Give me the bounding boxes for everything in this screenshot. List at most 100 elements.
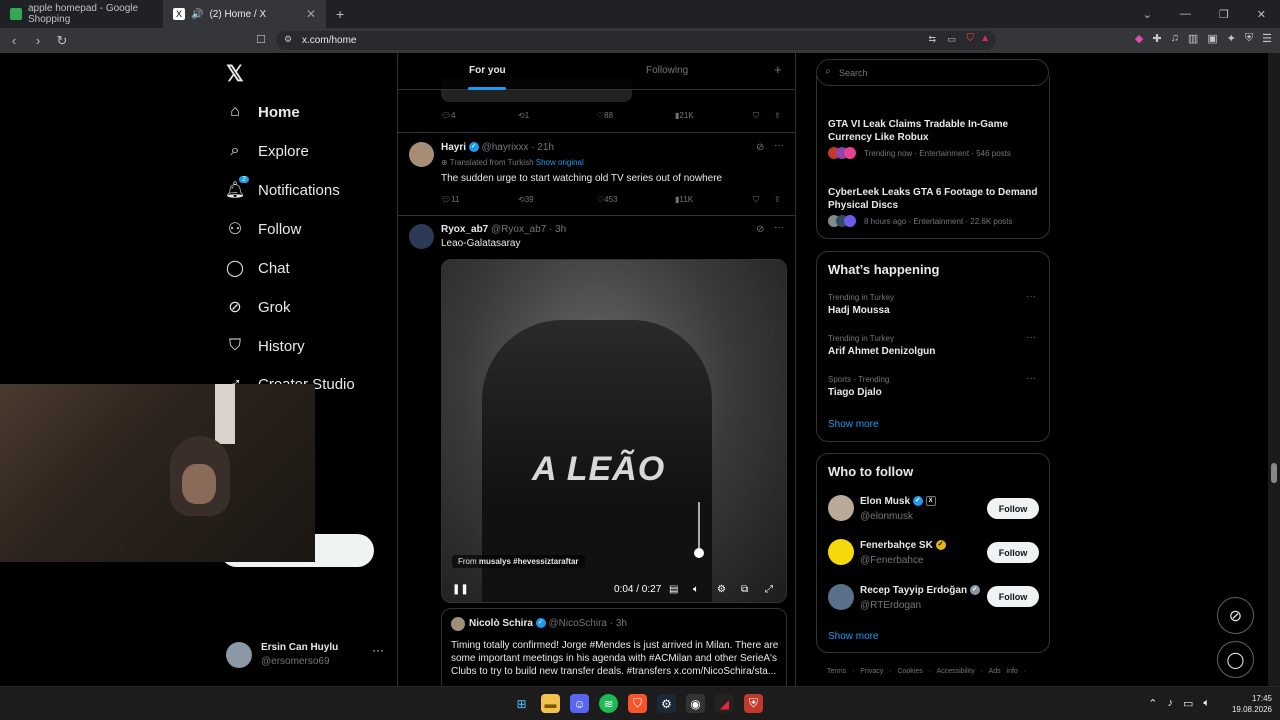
like-button[interactable]: ♡ 453 (597, 195, 618, 204)
tweet-ryox[interactable]: Ryox_ab7 @Ryox_ab7 · 3h ⊘ ··· Leao-Galat… (398, 215, 795, 686)
site-info-icon[interactable]: ⚙ (284, 34, 292, 45)
restore-icon[interactable]: ❐ (1219, 8, 1229, 21)
follow-button[interactable]: Follow (987, 542, 1039, 563)
account-name[interactable]: Fenerbahçe SK ✓ (860, 540, 946, 551)
nav-history[interactable]: ⛉ History (226, 337, 305, 355)
follow-button[interactable]: Follow (987, 498, 1039, 519)
close-tab-icon[interactable]: ✕ (306, 7, 316, 21)
more-icon[interactable]: ··· (1026, 291, 1036, 302)
chat-float-button[interactable]: ◯ (1217, 641, 1254, 678)
extension-icon[interactable]: ◆ (1135, 32, 1143, 45)
spotify-icon[interactable]: ≋ (599, 694, 618, 713)
file-explorer-icon[interactable]: ▬ (541, 694, 560, 713)
tab-search-icon[interactable]: ⌄ (1143, 8, 1152, 21)
fullscreen-icon[interactable]: ⤢ (765, 584, 773, 595)
volume-slider-handle[interactable] (694, 548, 704, 558)
translate-icon[interactable]: ⇆ (928, 34, 936, 45)
grok-icon[interactable]: ⊘ (756, 224, 764, 235)
footer-links[interactable]: Terms · Privacy · Cookies · Accessibilit… (827, 668, 1026, 675)
video-player[interactable]: A LEÃO From musalys #hevessiztaraftar ❚❚… (441, 259, 787, 603)
avatar[interactable] (828, 495, 854, 521)
follow-button[interactable]: Follow (987, 586, 1039, 607)
forward-icon[interactable]: › (28, 33, 48, 48)
brave-rewards-icon[interactable]: ▲ (980, 33, 990, 44)
repost-button[interactable]: ⟲ 1 (518, 111, 529, 120)
avatar[interactable] (409, 224, 434, 249)
tab-google-shopping[interactable]: apple homepad - Google Shopping (0, 0, 163, 28)
author-name[interactable]: Ryox_ab7 (441, 224, 488, 235)
wallet-icon[interactable]: ▣ (1207, 32, 1217, 45)
nav-explore[interactable]: ⌕ Explore (226, 142, 309, 160)
avatar[interactable] (828, 539, 854, 565)
tweet-time[interactable]: · 3h (549, 224, 566, 235)
nav-home[interactable]: ⌂ Home (226, 103, 300, 121)
views-button[interactable]: ▮ 21K (675, 111, 694, 120)
trend-name[interactable]: Arif Ahmet Denizolgun (828, 346, 935, 357)
close-window-icon[interactable]: ✕ (1257, 8, 1266, 21)
more-icon[interactable]: ··· (774, 140, 784, 151)
more-icon[interactable]: ··· (1026, 332, 1036, 343)
microphone-icon[interactable]: ♪ (1167, 697, 1173, 710)
nav-notifications[interactable]: 🔔︎ 2 Notifications (225, 176, 340, 199)
grok-icon[interactable]: ⊘ (756, 142, 764, 153)
clock[interactable]: 17:45 19.08.2026 (1232, 693, 1272, 715)
captions-icon[interactable]: ▤ (669, 584, 678, 595)
grok-float-button[interactable]: ⊘ (1217, 597, 1254, 634)
puzzle-icon[interactable]: ✚ (1152, 32, 1161, 45)
author-handle[interactable]: @hayrixxx (482, 142, 529, 153)
menu-icon[interactable]: ☰ (1262, 32, 1272, 45)
video-source[interactable]: From musalys #hevessiztaraftar (452, 555, 585, 568)
discord-icon[interactable]: ☺ (570, 694, 589, 713)
author-handle[interactable]: @Ryox_ab7 (491, 224, 546, 235)
more-icon[interactable]: ··· (774, 222, 784, 233)
bookmark-icon[interactable]: ☐ (256, 33, 266, 46)
like-button[interactable]: ♡ 88 (597, 111, 613, 120)
reply-button[interactable]: 💬︎ 11 (441, 195, 459, 204)
pause-icon[interactable]: ❚❚ (452, 584, 469, 595)
nav-follow[interactable]: ⚇ Follow (226, 220, 302, 239)
steam-icon[interactable]: ⚙ (657, 694, 676, 713)
scrollbar-thumb[interactable] (1271, 463, 1277, 483)
tab-x-home[interactable]: X 🔊 (2) Home / X ✕ (163, 0, 326, 28)
vpn-icon[interactable]: ⛨ (1245, 32, 1253, 45)
author-name[interactable]: Hayri (441, 142, 466, 153)
account-name[interactable]: Recep Tayyip Erdoğan ✓ (860, 585, 980, 596)
news-title[interactable]: CyberLeek Leaks GTA 6 Footage to Demand … (828, 186, 1038, 212)
page-scrollbar[interactable] (1268, 53, 1280, 686)
network-icon[interactable]: ▭ (1183, 697, 1193, 710)
trend-name[interactable]: Hadj Moussa (828, 305, 890, 316)
brave-shield-icon[interactable]: ⛉ (967, 33, 975, 44)
nav-chat[interactable]: ◯ Chat (226, 259, 290, 278)
pip-icon[interactable]: ⧉ (741, 584, 748, 595)
address-bar[interactable]: ⚙ x.com/home ⇆ ▭ ⛉ ▲ (276, 31, 996, 50)
settings-icon[interactable]: ⚙ (717, 584, 726, 595)
repost-button[interactable]: ⟲ 39 (518, 195, 534, 204)
tweet-time[interactable]: · 21h (531, 142, 554, 153)
tweet-hayri[interactable]: Hayri ✓ @hayrixxx · 21h ⊘ ··· ⊕ Translat… (398, 133, 795, 215)
reload-icon[interactable]: ↻ (52, 33, 72, 49)
views-button[interactable]: ▮ 11K (675, 195, 693, 204)
volume-icon[interactable]: 🔈︎ (1203, 697, 1210, 710)
cast-icon[interactable]: ▭ (947, 34, 956, 45)
sidebar-icon[interactable]: ▥ (1188, 32, 1198, 45)
reply-button[interactable]: 💬︎ 4 (441, 111, 456, 120)
minimize-icon[interactable]: — (1180, 8, 1191, 20)
show-more-link[interactable]: Show more (828, 631, 879, 642)
tab-for-you[interactable]: For you (469, 65, 506, 76)
more-icon[interactable]: ··· (372, 643, 384, 657)
windows-start-icon[interactable]: ⊞ (512, 694, 531, 713)
show-more-link[interactable]: Show more (828, 419, 879, 430)
news-title[interactable]: GTA VI Leak Claims Tradable In-Game Curr… (828, 118, 1038, 144)
volume-slider[interactable] (698, 502, 700, 554)
tab-following[interactable]: Following (646, 65, 688, 76)
show-original-link[interactable]: Show original (536, 158, 584, 167)
account-switcher[interactable]: Ersin Can Huylu @ersomerso69 ··· (226, 641, 386, 671)
volume-icon[interactable]: 🔈︎ (693, 584, 699, 595)
bookmark-icon[interactable]: ⛉ (753, 111, 759, 121)
new-tab-button[interactable]: + (336, 6, 344, 22)
trend-name[interactable]: Tiago Djalo (828, 387, 882, 398)
leo-ai-icon[interactable]: ✦ (1227, 32, 1236, 45)
x-logo-icon[interactable]: 𝕏 (226, 61, 244, 87)
quoted-tweet[interactable]: Nicolò Schira ✓ @NicoSchira · 3h Timing … (441, 608, 787, 686)
chevron-up-icon[interactable]: ⌃ (1148, 697, 1157, 710)
